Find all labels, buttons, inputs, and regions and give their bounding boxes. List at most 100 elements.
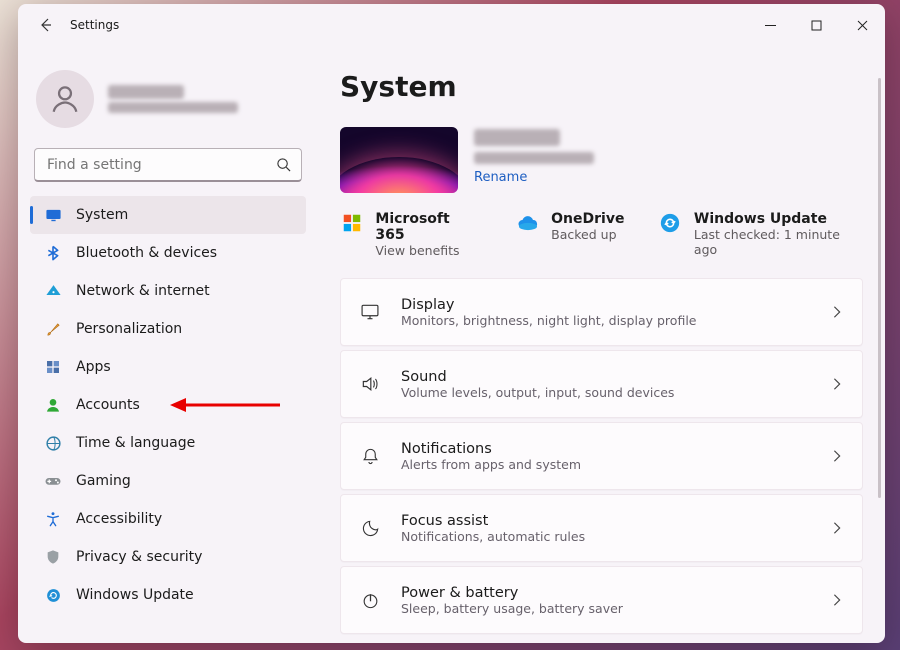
card-subtitle: Sleep, battery usage, battery saver bbox=[401, 601, 623, 616]
sidebar-item-label: Time & language bbox=[76, 435, 195, 451]
sound-icon bbox=[359, 373, 381, 395]
person-icon bbox=[48, 82, 82, 116]
shield-icon bbox=[44, 548, 62, 566]
minimize-icon bbox=[765, 20, 776, 31]
settings-cards: Display Monitors, brightness, night ligh… bbox=[340, 278, 863, 634]
minimize-button[interactable] bbox=[747, 9, 793, 41]
apps-icon bbox=[44, 358, 62, 376]
chevron-right-icon bbox=[830, 593, 844, 607]
chevron-right-icon bbox=[830, 305, 844, 319]
sidebar-item-accessibility[interactable]: Accessibility bbox=[30, 500, 306, 538]
annotation-arrow-icon bbox=[170, 395, 280, 415]
maximize-icon bbox=[811, 20, 822, 31]
profile-text bbox=[108, 85, 238, 113]
window-title: Settings bbox=[70, 18, 119, 32]
sidebar-item-windows-update[interactable]: Windows Update bbox=[30, 576, 306, 614]
maximize-button[interactable] bbox=[793, 9, 839, 41]
arrow-left-icon bbox=[38, 17, 54, 33]
sidebar-item-label: Personalization bbox=[76, 321, 182, 337]
sidebar: System Bluetooth & devices Network & int… bbox=[18, 46, 318, 643]
nav-list: System Bluetooth & devices Network & int… bbox=[30, 196, 306, 614]
profile[interactable] bbox=[30, 64, 306, 144]
sidebar-item-personalization[interactable]: Personalization bbox=[30, 310, 306, 348]
onedrive-icon bbox=[515, 211, 539, 235]
page-heading: System bbox=[340, 70, 863, 103]
sidebar-item-accounts[interactable]: Accounts bbox=[30, 386, 306, 424]
card-focus-assist[interactable]: Focus assist Notifications, automatic ru… bbox=[340, 494, 863, 562]
update-icon bbox=[44, 586, 62, 604]
bluetooth-icon bbox=[44, 244, 62, 262]
profile-email bbox=[108, 102, 238, 113]
card-title: Sound bbox=[401, 369, 674, 385]
chevron-right-icon bbox=[830, 521, 844, 535]
sidebar-item-privacy-security[interactable]: Privacy & security bbox=[30, 538, 306, 576]
sidebar-item-label: System bbox=[76, 207, 128, 223]
ms365-icon bbox=[340, 211, 363, 235]
sidebar-item-time-language[interactable]: Time & language bbox=[30, 424, 306, 462]
close-button[interactable] bbox=[839, 9, 885, 41]
avatar bbox=[36, 70, 94, 128]
status-microsoft-365[interactable]: Microsoft 365 View benefits bbox=[340, 211, 481, 258]
device-name bbox=[474, 129, 560, 146]
display-icon bbox=[359, 301, 381, 323]
profile-name bbox=[108, 85, 184, 99]
search-icon bbox=[276, 157, 291, 172]
search-input[interactable] bbox=[45, 156, 276, 174]
card-notifications[interactable]: Notifications Alerts from apps and syste… bbox=[340, 422, 863, 490]
windows-update-icon bbox=[658, 211, 681, 235]
sidebar-item-label: Gaming bbox=[76, 473, 131, 489]
device-thumbnail[interactable] bbox=[340, 127, 458, 193]
status-onedrive[interactable]: OneDrive Backed up bbox=[515, 211, 624, 242]
monitor-icon bbox=[44, 206, 62, 224]
card-title: Notifications bbox=[401, 441, 581, 457]
back-button[interactable] bbox=[26, 5, 66, 45]
sidebar-item-label: Windows Update bbox=[76, 587, 194, 603]
window-controls bbox=[747, 9, 885, 41]
main-panel: System Rename Microsoft 365 View benefit… bbox=[318, 46, 885, 643]
card-sound[interactable]: Sound Volume levels, output, input, soun… bbox=[340, 350, 863, 418]
notifications-icon bbox=[359, 445, 381, 467]
card-subtitle: Notifications, automatic rules bbox=[401, 529, 585, 544]
status-subtitle: Backed up bbox=[551, 227, 624, 242]
sidebar-item-label: Network & internet bbox=[76, 283, 210, 299]
status-title: Windows Update bbox=[694, 211, 863, 227]
wifi-icon bbox=[44, 282, 62, 300]
focus-icon bbox=[359, 517, 381, 539]
sidebar-item-label: Accessibility bbox=[76, 511, 162, 527]
chevron-right-icon bbox=[830, 449, 844, 463]
sidebar-item-network-internet[interactable]: Network & internet bbox=[30, 272, 306, 310]
gamepad-icon bbox=[44, 472, 62, 490]
card-subtitle: Monitors, brightness, night light, displ… bbox=[401, 313, 696, 328]
rename-link[interactable]: Rename bbox=[474, 170, 594, 185]
sidebar-item-apps[interactable]: Apps bbox=[30, 348, 306, 386]
settings-window: Settings System Bluetooth & d bbox=[18, 4, 885, 643]
card-title: Focus assist bbox=[401, 513, 585, 529]
sidebar-item-bluetooth-devices[interactable]: Bluetooth & devices bbox=[30, 234, 306, 272]
sidebar-item-gaming[interactable]: Gaming bbox=[30, 462, 306, 500]
card-subtitle: Alerts from apps and system bbox=[401, 457, 581, 472]
power-icon bbox=[359, 589, 381, 611]
device-model bbox=[474, 152, 594, 164]
person-icon bbox=[44, 396, 62, 414]
accessibility-icon bbox=[44, 510, 62, 528]
sidebar-item-label: Accounts bbox=[76, 397, 140, 413]
card-title: Power & battery bbox=[401, 585, 623, 601]
status-title: Microsoft 365 bbox=[375, 211, 481, 243]
card-display[interactable]: Display Monitors, brightness, night ligh… bbox=[340, 278, 863, 346]
card-subtitle: Volume levels, output, input, sound devi… bbox=[401, 385, 674, 400]
titlebar: Settings bbox=[18, 4, 885, 46]
scrollbar[interactable] bbox=[878, 78, 881, 498]
card-title: Display bbox=[401, 297, 696, 313]
device-info: Rename bbox=[474, 127, 594, 185]
status-windows-update[interactable]: Windows Update Last checked: 1 minute ag… bbox=[658, 211, 863, 257]
search-box[interactable] bbox=[34, 148, 302, 182]
close-icon bbox=[857, 20, 868, 31]
status-row: Microsoft 365 View benefits OneDrive Bac… bbox=[340, 211, 863, 258]
chevron-right-icon bbox=[830, 377, 844, 391]
sidebar-item-system[interactable]: System bbox=[30, 196, 306, 234]
sidebar-item-label: Privacy & security bbox=[76, 549, 202, 565]
card-power-battery[interactable]: Power & battery Sleep, battery usage, ba… bbox=[340, 566, 863, 634]
status-title: OneDrive bbox=[551, 211, 624, 227]
device-row: Rename bbox=[340, 127, 863, 193]
globe-clock-icon bbox=[44, 434, 62, 452]
